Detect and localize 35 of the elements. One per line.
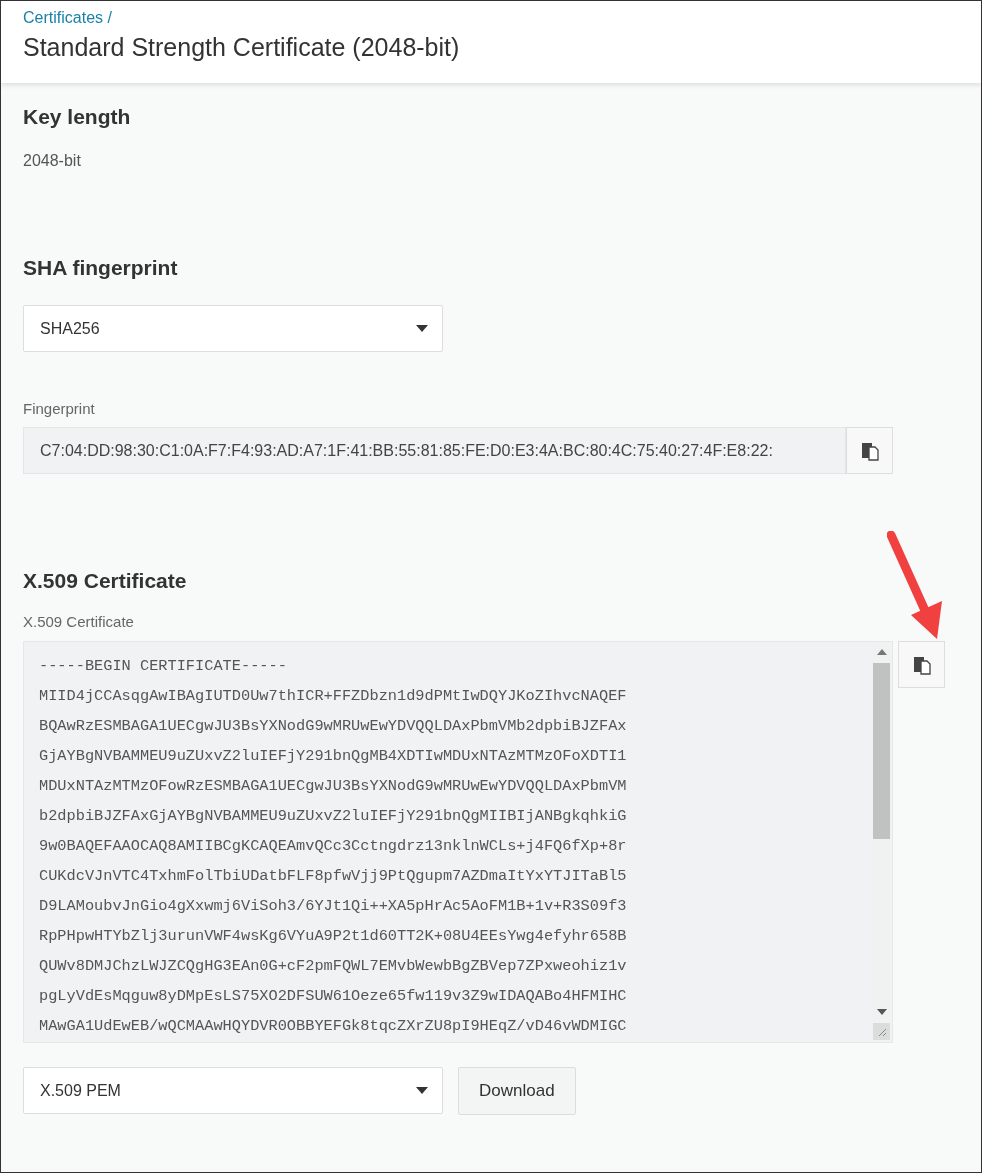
- certificate-line: CUKdcVJnVTC4TxhmFolTbiUDatbFLF8pfwVjj9PtQgupm7AZDmaItYxYTJITaBl5: [39, 866, 627, 887]
- certificate-line: MAwGA1UdEwEB/wQCMAAwHQYDVR0OBBYEFGk8tqcZXrZU8pI9HEqZ/vD46vWDMIGC: [39, 1016, 627, 1037]
- certificate-line: MIID4jCCAsqgAwIBAgIUTD0Uw7thICR+FFZDbzn1d9dPMtIwDQYJKoZIhvcNAQEF: [39, 686, 627, 707]
- key-length-value: 2048-bit: [23, 152, 82, 170]
- resize-handle[interactable]: [873, 1023, 890, 1040]
- dropdown[interactable]: SHA256: [23, 305, 443, 352]
- certificate-line: 9w0BAQEFAAOCAQ8AMIIBCgKCAQEAmvQCc3Cctngdrz13nklnWCLs+j4FQ6fXp+8r: [39, 836, 627, 857]
- certificate-line: QUWv8DMJChzLWJZCQgHG3EAn0G+cF2pmFQWL7EMvbWewbBgZBVep7ZPxweohiz1v: [39, 956, 627, 977]
- copy-button[interactable]: [846, 427, 893, 474]
- certificate-line: b2dpbiBJZFAxGjAYBgNVBAMMEU9uZUxvZ2luIEFjY291bnQgMIIBIjANBgkqhkiG: [39, 806, 627, 827]
- scroll-up-icon[interactable]: [877, 649, 887, 655]
- page-title: Standard Strength Certificate (2048-bit): [23, 33, 461, 62]
- certificate-line: GjAYBgNVBAMMEU9uZUxvZ2luIEFjY291bnQgMB4XDTIwMDUxNTAzMTMzOFoXDTI1: [39, 746, 627, 767]
- download-button[interactable]: Download: [458, 1067, 576, 1115]
- field-label: X.509 Certificate: [23, 613, 135, 630]
- copy-icon: [911, 654, 932, 675]
- copy-button[interactable]: [898, 641, 945, 688]
- certificate-line: BQAwRzESMBAGA1UECgwJU3BsYXNodG9wMRUwEwYDVQQLDAxPbmVMb2dpbiBJZFAx: [39, 716, 627, 737]
- certificate-textarea[interactable]: [23, 641, 893, 1043]
- copy-icon: [859, 440, 880, 461]
- caret-icon: [416, 1087, 428, 1094]
- dropdown[interactable]: X.509 PEM: [23, 1067, 443, 1114]
- section-heading: Key length: [23, 105, 132, 129]
- caret-icon: [416, 325, 428, 332]
- certificate-line: MDUxNTAzMTMzOFowRzESMBAGA1UECgwJU3BsYXNodG9wMRUwEwYDVQQLDAxPbmVM: [39, 776, 627, 797]
- breadcrumb-link[interactable]: Certificates /: [23, 9, 112, 27]
- fingerprint-field[interactable]: C7:04:DD:98:30:C1:0A:F7:F4:93:AD:A7:1F:41:BB:55:81:85:FE:D0:E3:4A:BC:80:4C:75:40:27:4F:E8:22:: [23, 427, 846, 474]
- certificate-line: pgLyVdEsMqguw8yDMpEsLS75XO2DFSUW61Oeze65fw119v3Z9wIDAQABo4HFMIHC: [39, 986, 627, 1007]
- certificate-line: -----BEGIN CERTIFICATE-----: [39, 656, 288, 677]
- section-heading: X.509 Certificate: [23, 569, 188, 593]
- certificate-line: D9LAMoubvJnGio4gXxwmj6ViSoh3/6YJt1Qi++XA5pHrAc5AoFM1B+1v+R3S09f3: [39, 896, 627, 917]
- field-label: Fingerprint: [23, 400, 96, 417]
- certificate-line: RpPHpwHTYbZlj3urunVWF4wsKg6VYuA9P2t1d60TT2K+08U4EEsYwg4efyhr658B: [39, 926, 627, 947]
- section-heading: SHA fingerprint: [23, 256, 179, 280]
- scroll-down-icon[interactable]: [877, 1009, 887, 1015]
